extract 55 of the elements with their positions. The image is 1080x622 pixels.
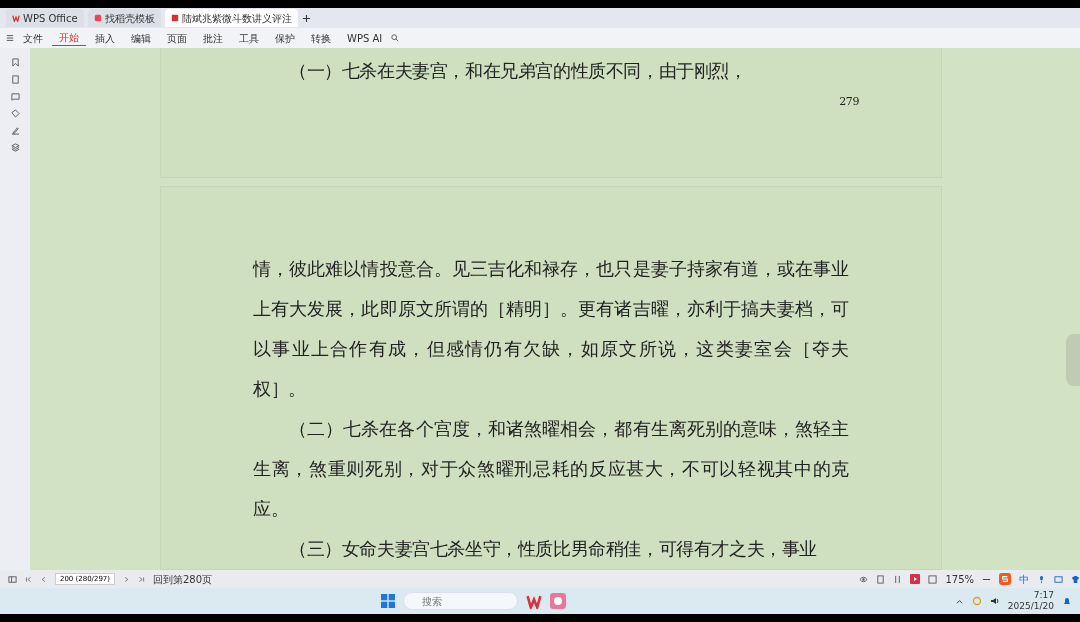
- paragraph: （一）七杀在夫妻宫，和在兄弟宫的性质不同，由于刚烈，: [288, 59, 748, 83]
- keyboard-icon[interactable]: [1054, 574, 1063, 584]
- comment-icon[interactable]: [10, 92, 20, 101]
- menu-tab[interactable]: 转换: [304, 30, 338, 46]
- thumbnail-icon[interactable]: [10, 75, 20, 84]
- bookmark-icon[interactable]: [10, 58, 20, 67]
- next-page-icon[interactable]: [123, 575, 130, 583]
- search-icon[interactable]: [391, 34, 400, 42]
- bell-icon[interactable]: [1062, 596, 1072, 606]
- play-icon[interactable]: [910, 574, 921, 584]
- menu-tab[interactable]: 插入: [88, 30, 122, 46]
- template-icon: [93, 14, 102, 22]
- wps-app-icon[interactable]: [525, 593, 542, 609]
- menu-tab[interactable]: 编辑: [124, 30, 158, 46]
- menu-tab[interactable]: 批注: [196, 30, 230, 46]
- paragraph: （三）女命夫妻宫七杀坐守，性质比男命稍佳，可得有才之夫，事业: [288, 537, 818, 561]
- document-tab[interactable]: 陆斌兆紫微斗数讲义评注: [164, 9, 298, 27]
- pen-icon[interactable]: [10, 126, 20, 135]
- paragraph: （二）七杀在各个宫度，和诸煞曜相会，都有生离死别的意味，煞轻主生离，煞重则死别，对于众煞曜刑忌耗的反应甚大，不可以轻视其中的克应。: [253, 417, 849, 521]
- zoom-level[interactable]: 175%: [945, 571, 974, 587]
- document-tab[interactable]: WPS Office: [6, 9, 84, 27]
- menu-tab[interactable]: 工具: [232, 30, 266, 46]
- add-tab-icon[interactable]: [301, 13, 311, 23]
- sidebar-toggle-icon[interactable]: [8, 574, 17, 584]
- two-page-icon[interactable]: [893, 574, 903, 584]
- microphone-icon[interactable]: [1037, 574, 1046, 584]
- page-view-icon[interactable]: [876, 574, 886, 584]
- paragraph: 情，彼此难以情投意合。见三吉化和禄存，也只是妻子持家有道，或在事业上有大发展，此即原文所谓的［精明］。更有诸吉曜，亦利于搞夫妻档，可以事业上合作有成，但感情仍有欠缺，如原文所说，这类妻室会［夺夫权］。: [253, 257, 849, 401]
- menu-tab[interactable]: 页面: [160, 30, 194, 46]
- last-page-icon[interactable]: [138, 575, 145, 583]
- clock-time: 7:17: [1032, 590, 1054, 601]
- document-tab[interactable]: 找稻壳模板: [87, 9, 161, 27]
- go-back-link[interactable]: 回到第280页: [153, 571, 213, 587]
- menu-tab[interactable]: 文件: [16, 30, 50, 46]
- taskbar-search-field[interactable]: 搜索: [402, 592, 518, 610]
- menu-tab[interactable]: 开始: [52, 30, 86, 46]
- eye-icon[interactable]: [859, 574, 869, 584]
- page-number: 279: [838, 95, 859, 109]
- clock-date: 2025/1/20: [1007, 601, 1054, 612]
- speaker-icon[interactable]: [989, 596, 1000, 606]
- pdf-icon: [170, 14, 179, 22]
- tag-icon[interactable]: [10, 109, 20, 118]
- shirt-icon[interactable]: [1071, 574, 1080, 584]
- start-icon[interactable]: [380, 594, 395, 608]
- menu-tab[interactable]: 保护: [268, 30, 302, 46]
- layers-icon[interactable]: [10, 143, 20, 152]
- previous-page-icon[interactable]: [40, 575, 47, 583]
- first-page-icon[interactable]: [25, 575, 32, 583]
- ime-logo-icon[interactable]: [999, 573, 1011, 585]
- ime-mode[interactable]: 中: [1019, 571, 1029, 587]
- menu-icon[interactable]: [6, 34, 14, 42]
- menu-tab[interactable]: WPS AI: [340, 30, 390, 46]
- home-icon: [12, 14, 20, 22]
- app-icon[interactable]: [549, 593, 566, 609]
- fit-page-icon[interactable]: [928, 574, 938, 584]
